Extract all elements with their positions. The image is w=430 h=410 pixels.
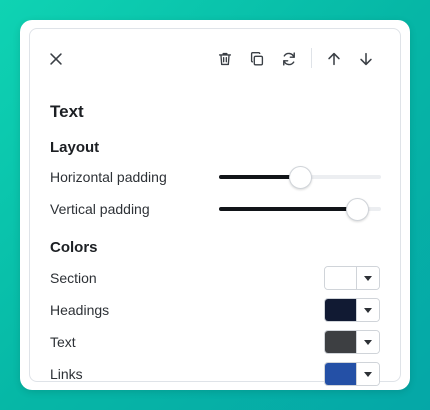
horizontal-padding-slider[interactable] <box>219 166 381 189</box>
move-down-button[interactable] <box>356 49 376 69</box>
trash-icon <box>218 52 232 66</box>
color-swatch[interactable] <box>325 267 357 289</box>
panel-title: Text <box>50 102 84 121</box>
move-up-button[interactable] <box>324 49 344 69</box>
panel-toolbar <box>30 29 400 75</box>
slider-fill <box>219 207 357 211</box>
colors-heading: Colors <box>50 239 98 256</box>
refresh-icon <box>283 52 295 66</box>
arrow-down-icon <box>360 52 372 66</box>
slider-thumb[interactable] <box>345 198 369 221</box>
delete-button[interactable] <box>215 49 235 69</box>
headings-color-picker[interactable] <box>324 298 380 322</box>
caret-down-icon <box>364 275 372 281</box>
horizontal-padding-label: Horizontal padding <box>50 169 167 185</box>
settings-window: Text Layout Horizontal padding Vertical … <box>20 20 410 390</box>
reset-button[interactable] <box>279 49 299 69</box>
layout-heading: Layout <box>50 139 100 156</box>
vertical-padding-slider[interactable] <box>219 198 381 221</box>
vertical-padding-label: Vertical padding <box>50 201 150 217</box>
color-swatch[interactable] <box>325 299 357 321</box>
caret-down-icon <box>364 371 372 377</box>
section-color-picker[interactable] <box>324 266 380 290</box>
color-dropdown-button[interactable] <box>356 331 379 353</box>
close-button[interactable] <box>46 49 66 69</box>
text-color-picker[interactable] <box>324 330 380 354</box>
text-color-label: Text <box>50 334 76 350</box>
links-color-picker[interactable] <box>324 362 380 386</box>
close-icon <box>50 53 62 65</box>
caret-down-icon <box>364 307 372 313</box>
color-swatch[interactable] <box>325 363 357 385</box>
slider-thumb[interactable] <box>289 166 312 189</box>
arrow-up-icon <box>328 52 340 66</box>
links-color-label: Links <box>50 366 83 382</box>
color-dropdown-button[interactable] <box>356 299 379 321</box>
slider-fill <box>219 175 300 179</box>
duplicate-button[interactable] <box>247 49 267 69</box>
text-settings-panel: Text Layout Horizontal padding Vertical … <box>29 28 401 386</box>
toolbar-divider <box>311 48 312 68</box>
color-dropdown-button[interactable] <box>356 267 379 289</box>
color-swatch[interactable] <box>325 331 357 353</box>
caret-down-icon <box>364 339 372 345</box>
section-color-label: Section <box>50 270 97 286</box>
copy-icon <box>250 52 264 66</box>
headings-color-label: Headings <box>50 302 110 318</box>
color-dropdown-button[interactable] <box>356 363 379 385</box>
